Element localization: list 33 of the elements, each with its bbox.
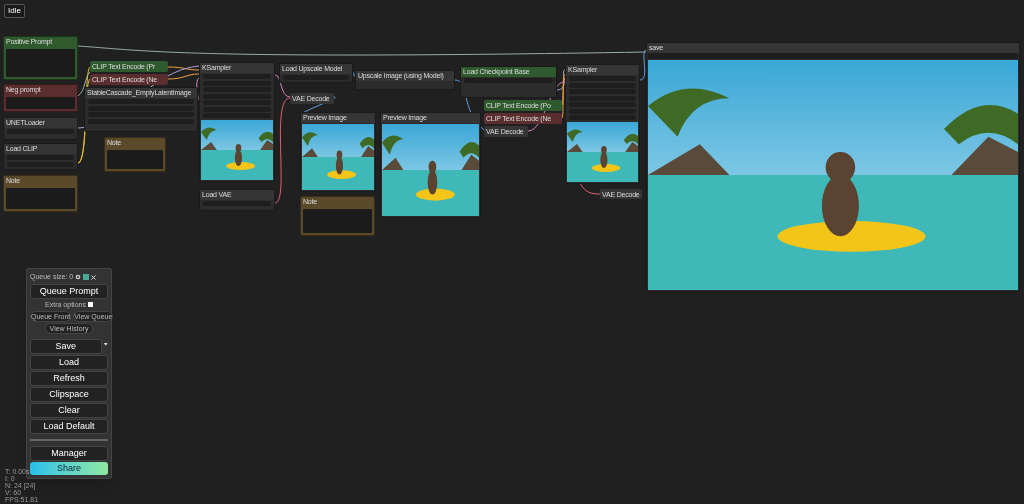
menu-button[interactable]: Load	[30, 355, 108, 370]
queue-prompt-button[interactable]: Queue Prompt	[30, 283, 108, 299]
widget-field[interactable]	[88, 99, 194, 104]
otter-on-surfboard-drawing	[302, 124, 374, 190]
connection-wire	[579, 182, 601, 195]
menu-button[interactable]: Clear	[30, 403, 108, 418]
widget-field[interactable]	[203, 74, 271, 79]
manager-button[interactable]: Manager	[30, 446, 108, 461]
widget-field[interactable]	[203, 201, 271, 206]
menu-button[interactable]: Refresh	[30, 371, 108, 386]
status-badge: Idle	[4, 4, 25, 18]
share-button[interactable]: Share	[30, 462, 108, 475]
text-area[interactable]	[6, 97, 75, 109]
text-area[interactable]	[6, 49, 75, 77]
otter-on-surfboard-drawing	[567, 122, 638, 182]
extra-options-checkbox[interactable]	[87, 302, 93, 308]
widget-field[interactable]	[7, 155, 74, 160]
widget-field[interactable]	[464, 78, 553, 83]
text-area[interactable]	[303, 209, 372, 233]
connection-wire	[352, 72, 356, 77]
image-icon[interactable]	[83, 274, 90, 281]
text-area[interactable]	[107, 150, 163, 169]
menu-button[interactable]: Clipspace	[30, 387, 108, 402]
settings-icon[interactable]	[75, 274, 82, 281]
close-icon[interactable]	[91, 274, 97, 280]
otter-on-surfboard-drawing	[201, 120, 273, 180]
text-area[interactable]	[6, 188, 75, 209]
filename-field[interactable]	[648, 53, 1018, 59]
widget-field[interactable]	[569, 76, 636, 81]
menu-button[interactable]: Load Default	[30, 419, 108, 434]
widget-field[interactable]	[283, 75, 349, 80]
save-button[interactable]: Save	[30, 339, 102, 354]
widget-field[interactable]	[7, 129, 74, 134]
